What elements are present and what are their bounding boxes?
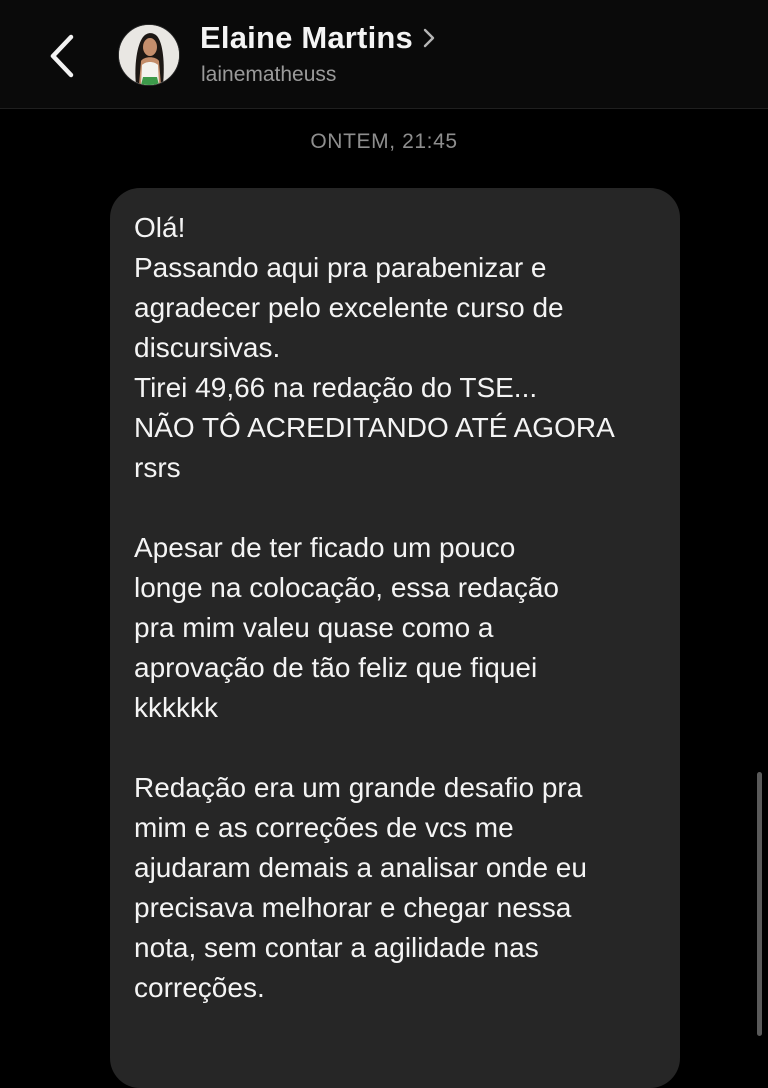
message-bubble[interactable]: Olá! Passando aqui pra parabenizar e agr… xyxy=(110,188,680,1088)
contact-username: lainematheuss xyxy=(201,63,337,86)
contact-name: Elaine Martins xyxy=(200,20,413,55)
chat-header: Elaine Martins lainematheuss xyxy=(0,0,768,109)
scrollbar[interactable] xyxy=(757,772,762,1036)
message-paragraph: Redação era um grande desafio pra mim e … xyxy=(134,772,587,1003)
chevron-left-icon xyxy=(50,34,74,78)
avatar[interactable] xyxy=(118,24,180,86)
chevron-right-icon xyxy=(423,28,435,48)
contact-title[interactable]: Elaine Martins xyxy=(200,20,435,56)
message-paragraph: Apesar de ter ficado um pouco longe na c… xyxy=(134,532,559,723)
back-button[interactable] xyxy=(40,28,84,84)
message-paragraph: Olá! Passando aqui pra parabenizar e agr… xyxy=(134,212,615,483)
message-timestamp: ONTEM, 21:45 xyxy=(310,130,458,153)
profile-photo xyxy=(119,25,179,85)
